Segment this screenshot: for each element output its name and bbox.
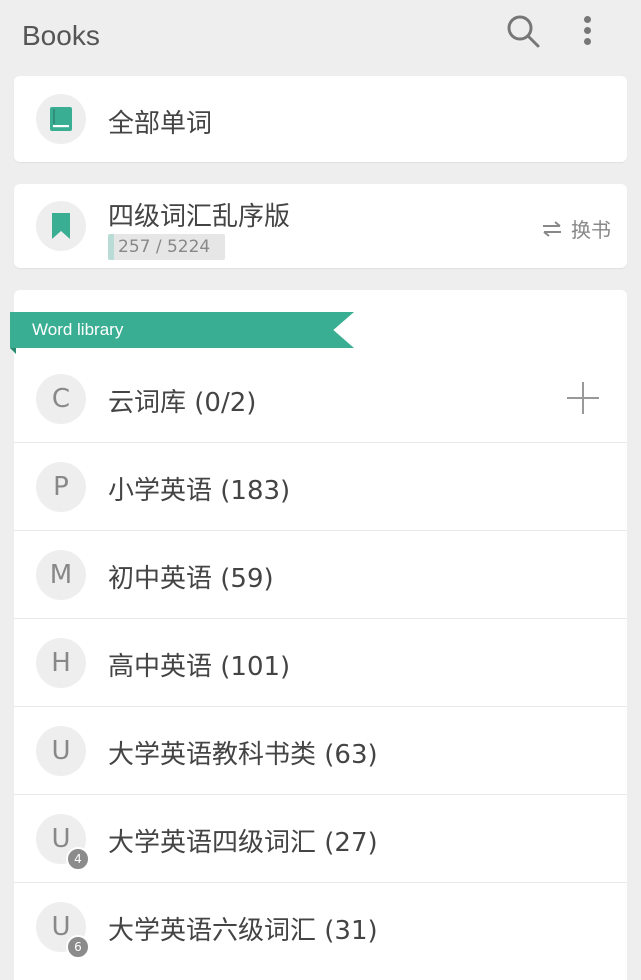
word-library-ribbon: Word library — [10, 312, 354, 348]
library-item[interactable]: U 大学英语教科书类 (63) — [14, 707, 627, 795]
library-item-label: 云词库 (0/2) — [108, 388, 257, 418]
switch-book-label: 换书 — [571, 218, 611, 242]
all-words-card[interactable]: 全部单词 — [14, 76, 627, 162]
level-badge: 4 — [66, 847, 90, 871]
book-progress-fill — [108, 234, 114, 260]
add-icon[interactable] — [565, 380, 601, 416]
letter-avatar: C — [36, 374, 86, 424]
all-words-label: 全部单词 — [108, 109, 213, 139]
library-item-label: 高中英语 (101) — [108, 652, 291, 682]
letter-avatar: M — [36, 550, 86, 600]
letter-avatar: U — [36, 726, 86, 776]
current-book-title: 四级词汇乱序版 — [108, 202, 291, 232]
level-badge: 6 — [66, 935, 90, 959]
more-vert-icon[interactable] — [570, 10, 604, 50]
library-item[interactable]: M 初中英语 (59) — [14, 531, 627, 619]
page-title: Books — [22, 20, 100, 51]
library-item[interactable]: U 6 大学英语六级词汇 (31) — [14, 883, 627, 970]
book-progress-text: 257 / 5224 — [118, 237, 211, 257]
library-item-label: 大学英语教科书类 (63) — [108, 740, 378, 770]
library-item[interactable]: U 4 大学英语四级词汇 (27) — [14, 795, 627, 883]
search-icon[interactable] — [504, 12, 542, 50]
book-icon — [36, 94, 86, 144]
switch-book-button[interactable]: 换书 — [541, 214, 611, 243]
current-book-card[interactable]: 四级词汇乱序版 257 / 5224 换书 — [14, 184, 627, 268]
app-bar: Books — [0, 0, 641, 76]
library-item-label: 小学英语 (183) — [108, 476, 291, 506]
swap-icon — [543, 220, 561, 237]
word-library-title: Word library — [32, 320, 124, 339]
library-item-label: 大学英语四级词汇 (27) — [108, 828, 378, 858]
library-item[interactable]: H 高中英语 (101) — [14, 619, 627, 707]
book-progress: 257 / 5224 — [108, 234, 225, 260]
library-item[interactable]: C 云词库 (0/2) — [14, 355, 627, 443]
bookmark-icon — [36, 201, 86, 251]
letter-avatar: P — [36, 462, 86, 512]
letter-avatar: H — [36, 638, 86, 688]
library-item[interactable]: P 小学英语 (183) — [14, 443, 627, 531]
library-item-label: 大学英语六级词汇 (31) — [108, 916, 378, 946]
library-item-label: 初中英语 (59) — [108, 564, 274, 594]
